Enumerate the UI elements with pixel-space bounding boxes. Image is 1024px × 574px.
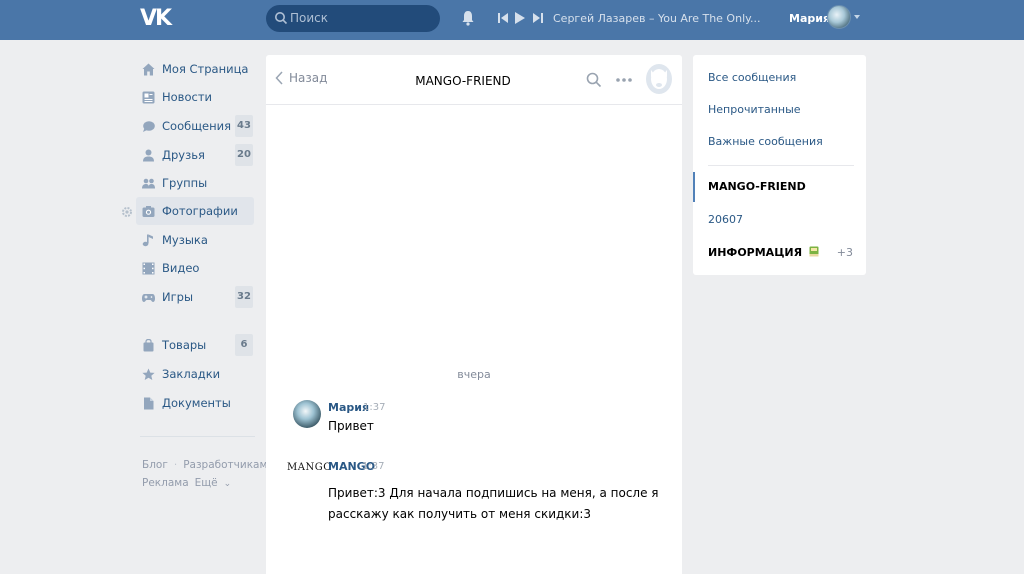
sidebar-item-games[interactable]: Игры 32: [136, 283, 254, 311]
chevron-down-icon[interactable]: ⌄: [224, 479, 232, 489]
top-bar: VK Сергей Лазарев – You Are The Only... …: [0, 0, 1024, 40]
dog-icon: [651, 69, 667, 89]
conversation-mango-friend[interactable]: MANGO-FRIEND: [693, 172, 866, 202]
separator-dot: ·: [173, 459, 178, 471]
ads-link[interactable]: Реклама: [142, 477, 189, 489]
chevron-down-icon[interactable]: [854, 15, 860, 19]
chat-panel: Назад MANGO-FRIEND вчера Мария 1:37 Прив…: [266, 55, 682, 574]
search-box[interactable]: [266, 5, 440, 32]
panel-divider: [708, 165, 854, 166]
search-icon: [275, 12, 288, 25]
sidebar-item-label: Друзья: [162, 148, 205, 162]
sidebar-item-goods[interactable]: Товары 6: [136, 331, 254, 359]
sidebar-item-label: Документы: [162, 396, 231, 410]
chat-header: Назад MANGO-FRIEND: [266, 55, 682, 105]
now-playing-track[interactable]: Сергей Лазарев – You Are The Only...: [553, 12, 761, 25]
sidebar-item-label: Музыка: [162, 233, 208, 247]
play-icon[interactable]: [515, 11, 525, 25]
message-text: Привет: [328, 419, 374, 433]
sidebar-item-music[interactable]: Музыка: [136, 226, 254, 254]
conversation-information[interactable]: ИНФОРМАЦИЯ +3: [693, 238, 866, 268]
sidebar-item-groups[interactable]: Группы: [136, 169, 254, 197]
sidebar-item-friends[interactable]: Друзья 20: [136, 141, 254, 169]
music-icon: [142, 234, 153, 246]
vk-logo[interactable]: VK: [140, 6, 172, 31]
message-text: Привет:3 Для начала подпишись на меня, а…: [328, 486, 659, 521]
groups-icon: [142, 178, 155, 188]
day-separator: вчера: [457, 368, 491, 381]
sidebar-item-label: Фотографии: [162, 204, 238, 218]
filter-unread[interactable]: Непрочитанные: [693, 95, 866, 125]
message-time: 1:37: [362, 461, 385, 472]
sidebar-footer-links: Блог · Разработчикам Реклама Ещё ⌄: [142, 456, 273, 493]
profile-name[interactable]: Мария: [789, 12, 830, 25]
sidebar-item-label: Сообщения: [162, 119, 232, 133]
mango-logo[interactable]: MANGO: [287, 462, 332, 473]
filter-important[interactable]: Важные сообщения: [693, 127, 866, 157]
star-icon: [142, 368, 155, 380]
messages-count-badge: 43: [235, 115, 253, 137]
conversation-20607[interactable]: 20607: [693, 205, 866, 235]
more-icon[interactable]: [615, 77, 633, 83]
search-icon[interactable]: [586, 72, 602, 88]
messages-icon: [143, 120, 155, 132]
news-icon: [142, 91, 155, 103]
home-icon: [142, 63, 155, 75]
camera-icon: [142, 205, 155, 217]
sidebar-divider: [140, 436, 255, 437]
blog-link[interactable]: Блог: [142, 459, 168, 471]
book-emoji-icon: [809, 246, 819, 257]
bag-icon: [143, 338, 154, 351]
previous-track-icon[interactable]: [498, 11, 508, 25]
gamepad-icon: [142, 293, 155, 302]
message-time: 1:37: [363, 402, 386, 413]
chat-avatar[interactable]: [646, 64, 672, 94]
friends-icon: [143, 149, 154, 161]
sidebar-item-my-page[interactable]: Моя Страница: [136, 55, 254, 83]
sidebar-item-label: Игры: [162, 290, 194, 304]
unread-count-badge: +3: [836, 246, 853, 259]
video-icon: [142, 262, 155, 274]
sidebar-item-label: Видео: [162, 261, 200, 275]
messages-filter-panel: Все сообщения Непрочитанные Важные сообщ…: [693, 55, 866, 275]
avatar[interactable]: [293, 400, 321, 428]
bell-icon[interactable]: [461, 10, 475, 26]
sidebar-item-bookmarks[interactable]: Закладки: [136, 360, 254, 388]
friends-count-badge: 20: [235, 144, 253, 166]
sidebar-item-video[interactable]: Видео: [136, 254, 254, 282]
profile-avatar[interactable]: [827, 5, 851, 29]
sidebar-item-documents[interactable]: Документы: [136, 389, 254, 417]
document-icon: [144, 397, 154, 409]
sidebar-item-label: Новости: [162, 90, 212, 104]
sidebar-item-label: Моя Страница: [162, 62, 249, 76]
search-input[interactable]: [290, 9, 430, 27]
goods-count-badge: 6: [235, 334, 253, 356]
next-track-icon[interactable]: [533, 11, 543, 25]
sidebar-item-label: Товары: [162, 338, 207, 352]
sidebar-item-photos[interactable]: Фотографии: [136, 197, 254, 225]
filter-all-messages[interactable]: Все сообщения: [693, 63, 866, 93]
sidebar-item-news[interactable]: Новости: [136, 83, 254, 111]
games-count-badge: 32: [235, 286, 253, 308]
developers-link[interactable]: Разработчикам: [183, 459, 267, 471]
sidebar-item-messages[interactable]: Сообщения 43: [136, 112, 254, 140]
conversation-label: ИНФОРМАЦИЯ: [708, 246, 803, 259]
more-link[interactable]: Ещё: [195, 477, 218, 489]
sidebar-item-label: Закладки: [162, 367, 221, 381]
sidebar-item-label: Группы: [162, 176, 208, 190]
gear-icon[interactable]: [121, 206, 133, 218]
